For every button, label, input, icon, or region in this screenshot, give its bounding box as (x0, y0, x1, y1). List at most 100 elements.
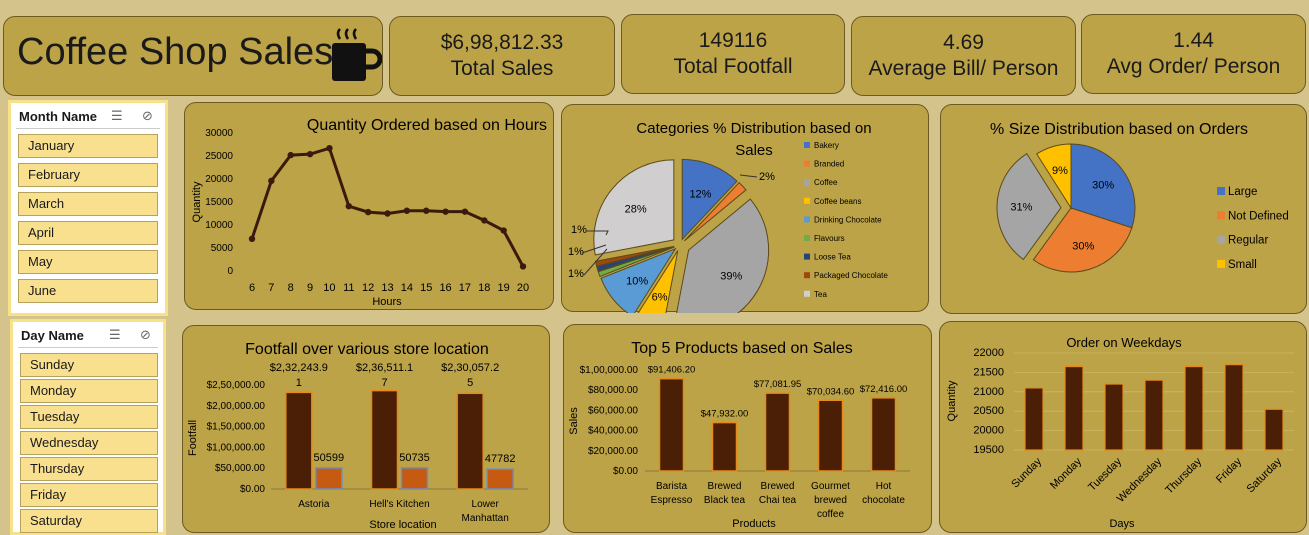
slicer-item-january[interactable]: January (18, 134, 158, 158)
slicer-item-february[interactable]: February (18, 163, 158, 187)
data-point (461, 208, 469, 215)
slice-label: 2% (759, 171, 775, 183)
data-point (519, 263, 527, 270)
x-tick-label: Saturday (1245, 455, 1285, 495)
slicer-item-sunday[interactable]: Sunday (20, 353, 158, 377)
bar (817, 399, 844, 472)
x-axis-label: Products (732, 518, 776, 530)
slicer-item-june[interactable]: June (18, 279, 158, 303)
slicer-item-friday[interactable]: Friday (20, 483, 158, 507)
kpi-label: Total Footfall (673, 55, 793, 78)
x-tick-label: Manhattan (462, 513, 509, 524)
legend-swatch (804, 253, 810, 260)
x-tick-label: Barista (656, 481, 688, 492)
header-card: Coffee Shop Sales (3, 16, 383, 96)
chart-title: Order on Weekdays (1066, 335, 1182, 350)
y-tick-label: 21000 (973, 386, 1004, 398)
legend-swatch (804, 272, 810, 279)
legend-label: Large (1228, 186, 1257, 198)
data-point (442, 208, 449, 215)
data-label: $77,081.95 (754, 379, 802, 390)
x-tick-label: 7 (268, 282, 274, 294)
slice-label: 1% (568, 268, 584, 280)
x-tick-label: Astoria (298, 499, 330, 510)
x-tick-label: 18 (478, 282, 490, 294)
clear-filter-icon[interactable]: ⊘ (140, 327, 151, 343)
x-tick-label: 16 (439, 282, 451, 294)
legend-swatch (804, 197, 810, 204)
legend-label: Loose Tea (814, 253, 851, 262)
slicer-item-tuesday[interactable]: Tuesday (20, 405, 158, 429)
y-tick-label: 5000 (211, 243, 234, 254)
kpi-average-bill: 4.69 Average Bill/ Person (851, 16, 1076, 96)
slicer-item-thursday[interactable]: Thursday (20, 457, 158, 481)
slicer-item-april[interactable]: April (18, 221, 158, 245)
x-tick-label: 17 (459, 282, 471, 294)
x-axis-label: Hours (372, 296, 402, 308)
data-point (268, 177, 275, 185)
clear-filter-icon[interactable]: ⊘ (142, 108, 153, 124)
size-distribution-chart: % Size Distribution based on Orders 30% 30… (940, 104, 1307, 314)
x-axis-label: Store location (369, 519, 436, 531)
legend-swatch (804, 160, 810, 167)
slicer-item-march[interactable]: March (18, 192, 158, 216)
slice-label: 9% (1052, 165, 1068, 177)
x-tick-label: 6 (249, 282, 255, 294)
x-tick-label: Lower (472, 499, 500, 510)
chart-title-line1: Categories % Distribution based on (636, 120, 871, 137)
store-bar-svg: Footfall over various store location $0.0… (187, 341, 528, 531)
bar (870, 397, 897, 472)
x-tick-label: Sunday (1009, 455, 1044, 490)
legend-label: Coffee beans (814, 197, 861, 206)
y-tick-label: $50,000.00 (215, 463, 265, 474)
multi-select-icon[interactable]: ☰ (111, 108, 123, 124)
multi-select-icon[interactable]: ☰ (109, 327, 121, 343)
x-tick-label: 9 (307, 282, 313, 294)
data-label: $91,406.20 (648, 365, 696, 376)
bar (1024, 387, 1044, 451)
y-axis-label: Footfall (187, 420, 199, 456)
bar (1264, 408, 1284, 451)
y-tick-label: $1,00,000.00 (580, 365, 639, 376)
divider (18, 347, 158, 348)
coffee-cup-icon (332, 28, 382, 81)
kpi-label: Avg Order/ Person (1106, 55, 1281, 78)
legend-swatch (1217, 211, 1225, 220)
x-tick-label: coffee (817, 509, 844, 520)
slicer-item-saturday[interactable]: Saturday (20, 509, 158, 533)
bar (370, 389, 399, 490)
legend-label: Tea (814, 290, 827, 299)
data-label: 50735 (399, 452, 430, 464)
legend-swatch (804, 142, 810, 148)
data-label: $2,30,057.2 (441, 362, 499, 374)
weekday-bar-svg: Order on Weekdays 19500 20000 20500 21000 215… (946, 335, 1294, 530)
data-point (287, 151, 294, 159)
bar (658, 377, 685, 472)
y-tick-label: $0.00 (613, 466, 638, 477)
bar (1104, 383, 1124, 451)
x-tick-label: Hell's Kitchen (369, 499, 429, 510)
slicer-item-wednesday[interactable]: Wednesday (20, 431, 158, 455)
legend-label: Regular (1228, 235, 1268, 247)
legend-swatch (1217, 235, 1225, 244)
bar (1064, 365, 1084, 451)
kpi-label: Total Sales (450, 57, 554, 80)
month-slicer: Month Name ☰ ⊘ January February March Ap… (8, 100, 168, 316)
slicer-item-monday[interactable]: Monday (20, 379, 158, 403)
x-tick-label: Thursday (1163, 455, 1204, 496)
series-line (250, 146, 525, 268)
products-bar-svg: Top 5 Products based on Sales $0.00 $20,00… (568, 340, 910, 530)
x-tick-label: 12 (362, 282, 374, 294)
data-label: 47782 (485, 453, 516, 465)
slicer-item-may[interactable]: May (18, 250, 158, 274)
y-axis-label: Quantity (191, 181, 203, 222)
y-tick-label: $0.00 (240, 484, 265, 495)
data-point (384, 210, 391, 217)
y-tick-label: 20500 (973, 405, 1004, 417)
data-label: $2,36,511.1 (356, 362, 413, 374)
data-label: $2,32,243.9 (270, 362, 328, 374)
top-products-chart: Top 5 Products based on Sales $0.00 $20,00… (563, 324, 932, 533)
y-tick-label: 15000 (205, 197, 233, 208)
y-tick-label: 25000 (205, 151, 233, 162)
x-tick-label: 15 (420, 282, 432, 294)
